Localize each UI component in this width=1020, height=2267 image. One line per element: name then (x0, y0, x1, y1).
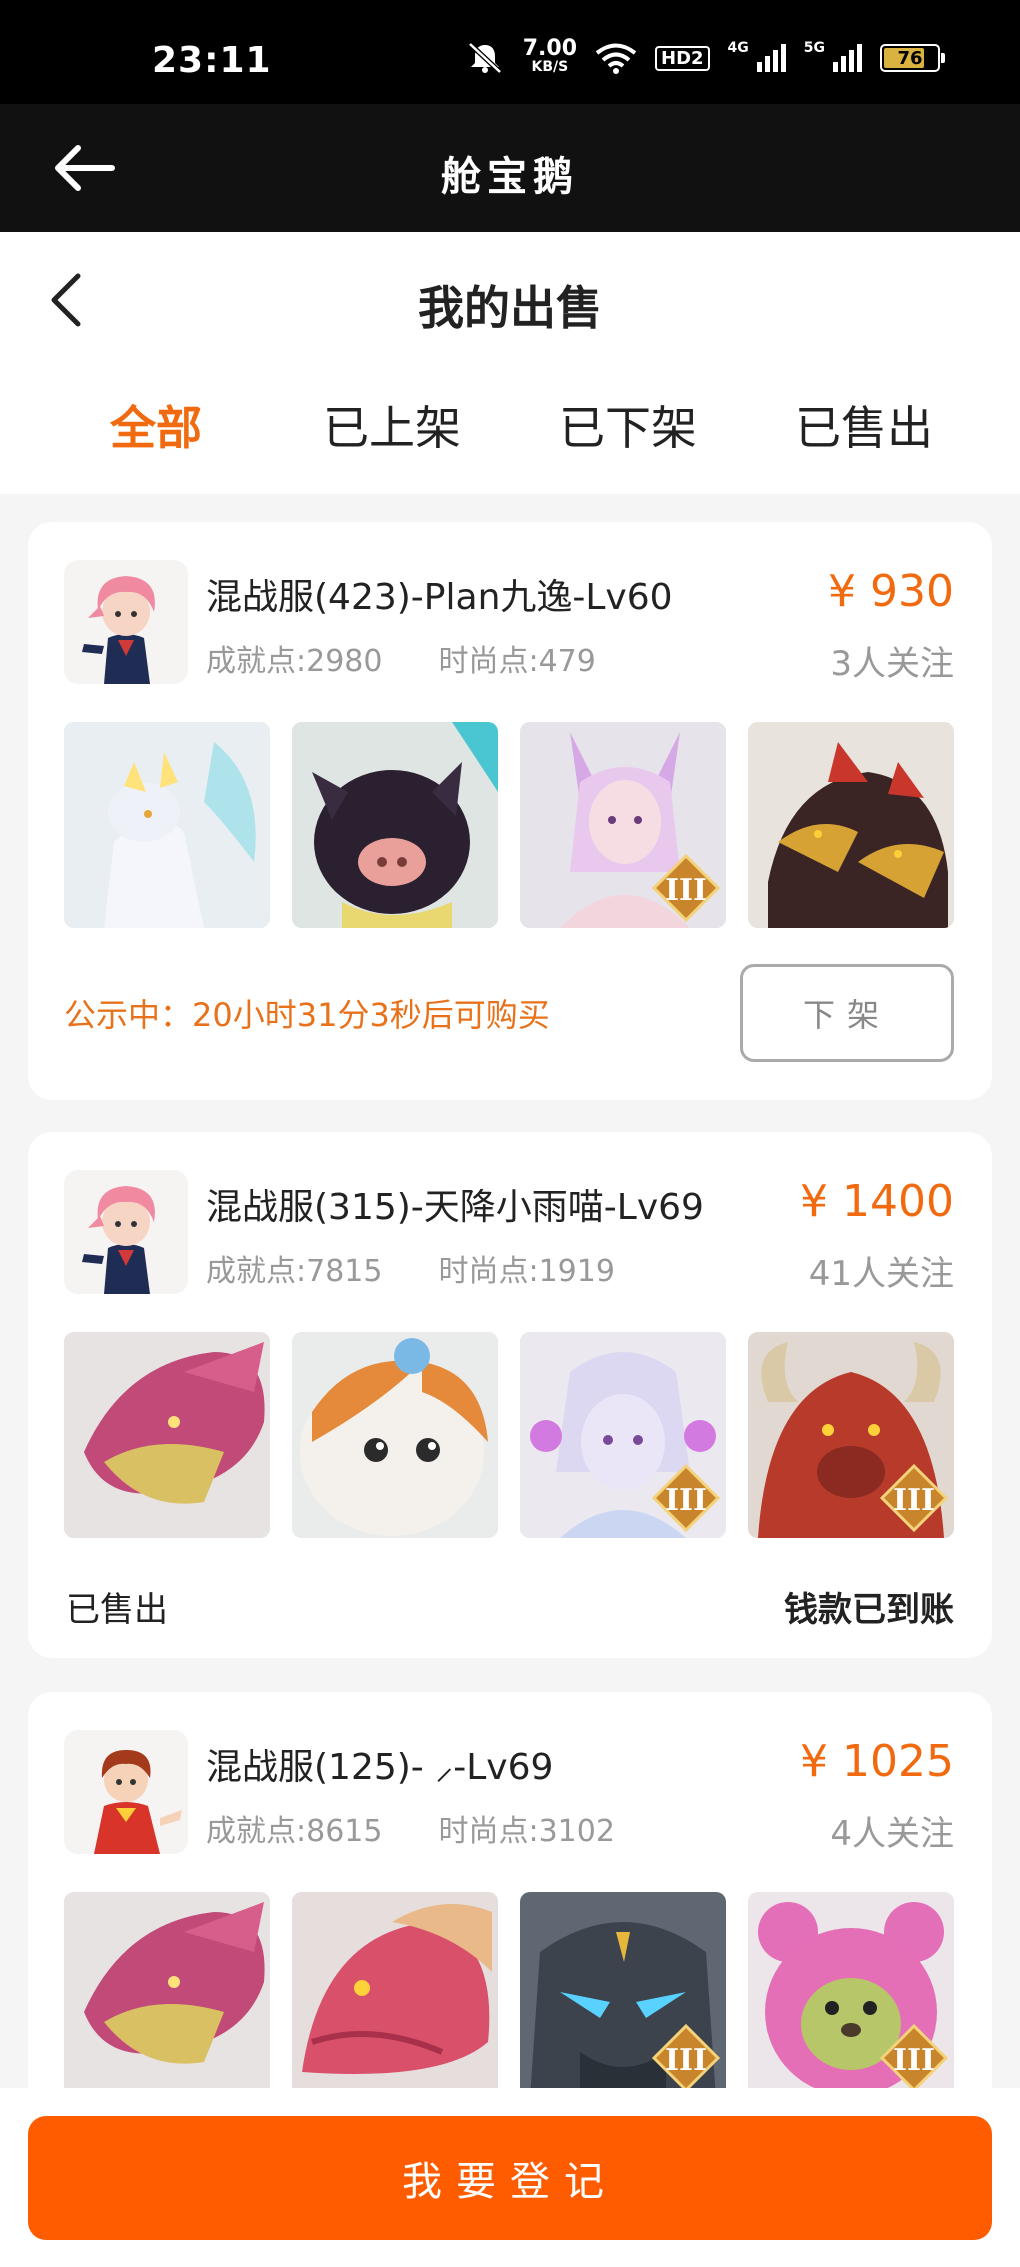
listing-price: ¥ 1025 (800, 1736, 954, 1787)
svg-text:III: III (893, 1483, 935, 1518)
pet-thumbnail[interactable]: III (520, 1332, 726, 1538)
delist-button[interactable]: 下架 (740, 964, 954, 1062)
net-type-2: 5G (803, 40, 825, 56)
pet-thumbnail[interactable] (292, 1892, 498, 2098)
fashion-points: 时尚点:1919 (438, 1254, 615, 1289)
svg-text:III: III (893, 2043, 935, 2078)
character-avatar (64, 560, 188, 684)
signal-icon (756, 44, 786, 72)
tier-badge-icon: III (879, 1463, 949, 1533)
status-time: 23:11 (152, 40, 272, 81)
achievement-points: 成就点:2980 (206, 644, 383, 679)
pet-thumbnail[interactable] (64, 1332, 270, 1538)
listing-card[interactable]: 混战服(125)- ⸝-Lv69 成就点:8615 时尚点:3102 ¥ 1025… (28, 1692, 992, 2112)
follow-count: 3人关注 (830, 644, 954, 684)
status-icons: 7.00 KB/S HD2 4G 5G 76 (465, 36, 945, 76)
pet-thumbnails: III (64, 722, 954, 928)
bottom-bar: 我要登记 (0, 2088, 1020, 2267)
tier-badge-icon: III (651, 853, 721, 923)
listing-title: 混战服(315)-天降小雨喵-Lv69 (206, 1187, 704, 1228)
tab-all[interactable]: 全部 (56, 392, 256, 458)
fashion-points: 时尚点:479 (438, 644, 596, 679)
sold-status: 已售出 (66, 1590, 168, 1630)
pet-thumbnail[interactable]: III (520, 722, 726, 928)
listing-stats: 成就点:2980 时尚点:479 (206, 636, 596, 680)
page-title: 我的出售 (418, 281, 602, 335)
pet-thumbnail[interactable] (292, 1332, 498, 1538)
fashion-points: 时尚点:3102 (438, 1814, 615, 1849)
app-title: 舱宝鹅 (441, 153, 579, 200)
character-avatar (64, 1730, 188, 1854)
pet-thumbnail[interactable] (64, 722, 270, 928)
tier-badge-icon: III (879, 2023, 949, 2093)
follow-count: 41人关注 (808, 1254, 954, 1294)
svg-text:III: III (665, 1483, 707, 1518)
svg-text:III: III (665, 2043, 707, 2078)
pet-thumbnail[interactable]: III (748, 1332, 954, 1538)
listing-stats: 成就点:8615 时尚点:3102 (206, 1806, 615, 1850)
net-type-1: 4G (727, 40, 749, 56)
tier-badge-icon: III (651, 1463, 721, 1533)
listing-price: ¥ 930 (828, 566, 954, 617)
pet-thumbnail[interactable]: III (748, 1892, 954, 2098)
status-bar: 23:11 7.00 KB/S HD2 4G 5G 76 (0, 0, 1020, 104)
tab-bar: 全部 已上架 已下架 已售出 (0, 392, 1020, 472)
pet-thumbnails: III III (64, 1892, 954, 2098)
payment-status: 钱款已到账 (784, 1590, 954, 1630)
pet-thumbnails: III III (64, 1332, 954, 1538)
achievement-points: 成就点:7815 (206, 1254, 383, 1289)
pet-thumbnail[interactable] (748, 722, 954, 928)
character-avatar (64, 1170, 188, 1294)
listing-card[interactable]: 混战服(423)-Plan九逸-Lv60 成就点:2980 时尚点:479 ¥ 9… (28, 522, 992, 1100)
register-button[interactable]: 我要登记 (28, 2116, 992, 2240)
signal-icon-2 (833, 44, 862, 72)
achievement-points: 成就点:8615 (206, 1814, 383, 1849)
svg-text:III: III (665, 873, 707, 908)
tab-sold[interactable]: 已售出 (764, 392, 964, 458)
pet-thumbnail[interactable] (64, 1892, 270, 2098)
battery-icon: 76 (880, 44, 945, 72)
publicity-notice: 公示中：20小时31分3秒后可购买 (64, 996, 550, 1034)
listing-price: ¥ 1400 (800, 1176, 954, 1227)
listing-stats: 成就点:7815 时尚点:1919 (206, 1246, 615, 1290)
listing-card[interactable]: 混战服(315)-天降小雨喵-Lv69 成就点:7815 时尚点:1919 ¥ 1… (28, 1132, 992, 1658)
tier-badge-icon: III (651, 2023, 721, 2093)
pet-thumbnail[interactable] (292, 722, 498, 928)
tab-delisted[interactable]: 已下架 (528, 392, 728, 458)
page-header: 我的出售 全部 已上架 已下架 已售出 (0, 232, 1020, 494)
pet-thumbnail[interactable]: III (520, 1892, 726, 2098)
hd-badge: HD2 (655, 45, 710, 71)
tab-listed[interactable]: 已上架 (292, 392, 492, 458)
listing-title: 混战服(423)-Plan九逸-Lv60 (206, 577, 673, 618)
mute-icon (468, 42, 502, 74)
wifi-icon (595, 43, 637, 74)
app-header: 舱宝鹅 (0, 104, 1020, 232)
follow-count: 4人关注 (830, 1814, 954, 1854)
net-speed: 7.00 KB/S (522, 36, 577, 76)
listing-title: 混战服(125)- ⸝-Lv69 (206, 1747, 554, 1788)
